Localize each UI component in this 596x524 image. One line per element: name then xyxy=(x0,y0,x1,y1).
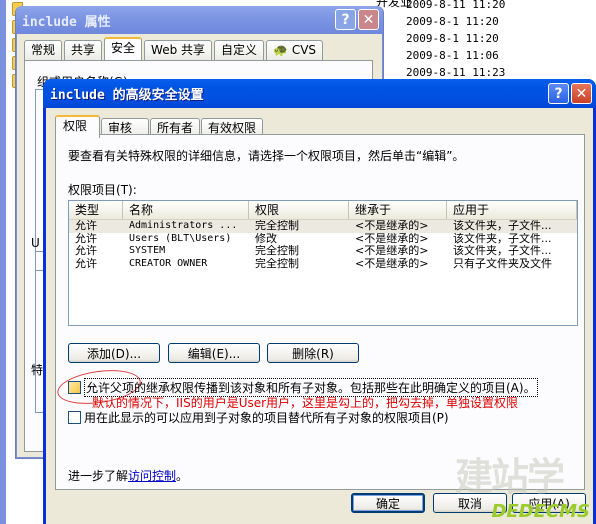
cell-inherited-from: <不是继承的> xyxy=(355,245,429,257)
tab-sharing[interactable]: 共享 xyxy=(64,40,103,60)
properties-help-button[interactable]: ? xyxy=(335,9,356,30)
checkbox-box[interactable] xyxy=(68,381,81,394)
cvs-turtle-icon: 🐢 xyxy=(273,43,288,57)
column-apply-to[interactable]: 应用于 xyxy=(447,201,577,219)
cell-inherited-from: <不是继承的> xyxy=(355,257,429,270)
access-control-link[interactable]: 访问控制 xyxy=(128,469,176,483)
permission-entries-text: 权限项目 xyxy=(68,183,117,197)
edit-button[interactable]: 编辑(E)... xyxy=(168,343,260,363)
special-label-fragment: 特 xyxy=(31,363,44,377)
apply-button[interactable]: 应用(A) xyxy=(512,493,586,513)
table-row[interactable]: 允许 CREATOR OWNER 完全控制 <不是继承的> 只有子文件夹及文件 xyxy=(69,258,577,271)
advanced-security-dialog: include 的高级安全设置 ? ✕ 权限 审核 所有者 有效权限 要查看有关… xyxy=(43,79,596,524)
properties-title: include 属性 xyxy=(22,14,111,30)
date-item: 2009-8-11 11:20 xyxy=(406,0,506,11)
permissions-label-fragment: U xyxy=(31,236,40,250)
close-icon: ✕ xyxy=(575,85,588,102)
cell-name: Users (BLT\Users) xyxy=(129,232,232,244)
intro-text: 要查看有关特殊权限的详细信息，请选择一个权限项目，然后单击“编辑”。 xyxy=(68,149,465,163)
cell-permission: 完全控制 xyxy=(255,220,299,232)
permission-entries-key: (T): xyxy=(116,183,137,197)
cancel-button[interactable]: 取消 xyxy=(433,493,507,513)
dialog-body: 权限 审核 所有者 有效权限 要查看有关特殊权限的详细信息，请选择一个权限项目，… xyxy=(46,108,593,524)
tab-permissions[interactable]: 权限 xyxy=(55,115,101,138)
table-row[interactable]: 允许 SYSTEM 完全控制 <不是继承的> 该文件夹，子文件... xyxy=(69,245,577,258)
column-type[interactable]: 类型 xyxy=(69,201,123,219)
cell-apply-to: 该文件夹，子文件... xyxy=(453,220,552,232)
learn-more-prefix: 进一步了解 xyxy=(68,469,129,483)
date-item: 2009-8-1 11:20 xyxy=(406,32,499,45)
tab-cvs[interactable]: 🐢 CVS xyxy=(266,40,324,60)
column-name[interactable]: 名称 xyxy=(123,201,249,219)
tab-web-sharing[interactable]: Web 共享 xyxy=(144,40,213,60)
cell-type: 允许 xyxy=(75,220,97,232)
dialog-titlebar[interactable]: include 的高级安全设置 ? ✕ xyxy=(43,79,596,108)
remove-button[interactable]: 删除(R) xyxy=(267,343,359,363)
close-button[interactable]: ✕ xyxy=(571,83,592,104)
checkbox-box[interactable] xyxy=(68,411,81,424)
cell-apply-to: 该文件夹，子文件... xyxy=(453,232,552,245)
list-header: 类型 名称 权限 继承于 应用于 xyxy=(69,201,577,220)
replace-permissions-checkbox[interactable]: 用在此显示的可以应用到子对象的项目替代所有子对象的权限项目(P) xyxy=(68,409,449,426)
properties-tabs: 常规 共享 安全 Web 共享 自定义 🐢 CVS xyxy=(24,37,325,61)
learn-more-text: 进一步了解访问控制。 xyxy=(68,467,188,484)
tab-general[interactable]: 常规 xyxy=(24,40,63,60)
cell-permission: 修改 xyxy=(255,232,277,245)
cell-name: CREATOR OWNER xyxy=(129,257,208,269)
cell-name: SYSTEM xyxy=(129,245,166,256)
cell-type: 允许 xyxy=(75,232,97,245)
cell-permission: 完全控制 xyxy=(255,245,299,257)
cell-apply-to: 该文件夹，子文件... xyxy=(453,245,552,257)
dialog-title: include 的高级安全设置 xyxy=(50,88,204,103)
cell-name: Administrators ... xyxy=(129,220,238,231)
permissions-panel: 要查看有关特殊权限的详细信息，请选择一个权限项目，然后单击“编辑”。 权限项目(… xyxy=(55,134,585,490)
add-button[interactable]: 添加(D)... xyxy=(68,343,160,363)
tab-custom[interactable]: 自定义 xyxy=(214,40,265,60)
table-row[interactable]: 允许 Users (BLT\Users) 修改 <不是继承的> 该文件夹，子文件… xyxy=(69,233,577,246)
cell-permission: 完全控制 xyxy=(255,257,299,270)
column-inherited-from[interactable]: 继承于 xyxy=(349,201,447,219)
learn-more-suffix: 。 xyxy=(176,469,189,483)
permission-entries-label: 权限项目(T): xyxy=(68,181,137,198)
properties-close-button[interactable]: ✕ xyxy=(358,9,379,30)
ok-button[interactable]: 确定 xyxy=(351,493,425,513)
date-item: 2009-8-1 11:06 xyxy=(406,49,499,62)
cell-type: 允许 xyxy=(75,257,97,270)
replace-permissions-label: 用在此显示的可以应用到子对象的项目替代所有子对象的权限项目(P) xyxy=(84,411,449,425)
help-button[interactable]: ? xyxy=(548,83,569,104)
cell-apply-to: 只有子文件夹及文件 xyxy=(453,257,552,270)
date-item: 2009-8-1 11:20 xyxy=(406,15,499,28)
tab-cvs-label: CVS xyxy=(291,43,317,57)
properties-titlebar[interactable]: include 属性 ? ✕ xyxy=(16,6,383,34)
column-permission[interactable]: 权限 xyxy=(249,201,349,219)
tab-security[interactable]: 安全 xyxy=(104,37,143,61)
date-modified-list: 2009-8-11 11:20 2009-8-1 11:20 2009-8-1 … xyxy=(406,0,505,81)
table-row[interactable]: 允许 Administrators ... 完全控制 <不是继承的> 该文件夹，… xyxy=(69,220,577,233)
cell-inherited-from: <不是继承的> xyxy=(355,220,429,232)
help-icon: ? xyxy=(554,85,563,102)
cell-inherited-from: <不是继承的> xyxy=(355,232,429,245)
cell-type: 允许 xyxy=(75,245,97,257)
permission-entries-list[interactable]: 类型 名称 权限 继承于 应用于 允许 Administrators ... 完… xyxy=(68,200,578,326)
